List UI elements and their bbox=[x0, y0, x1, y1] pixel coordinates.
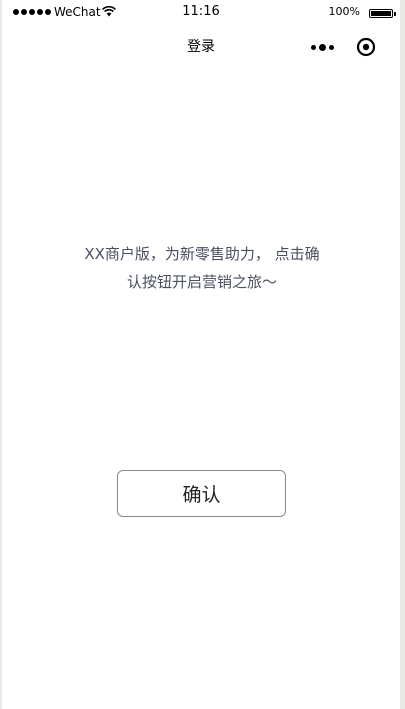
battery-icon bbox=[369, 9, 396, 18]
intro-line-1: XX商户版，为新零售助力， 点击确 bbox=[84, 245, 320, 263]
intro-line-2: 认按钮开启营销之旅～ bbox=[126, 273, 277, 291]
page-title: 登录 bbox=[187, 39, 215, 55]
app-screen: WeChat 11:16 100% 登录 XX商户版，为新零售助力， 点击确 认… bbox=[2, 0, 400, 709]
navigation-bar: 登录 bbox=[2, 26, 400, 68]
target-close-icon[interactable] bbox=[356, 37, 376, 57]
status-bar: WeChat 11:16 100% bbox=[2, 0, 400, 26]
more-dots-icon[interactable] bbox=[310, 37, 334, 57]
confirm-button[interactable]: 确认 bbox=[117, 470, 286, 517]
battery-percent: 100% bbox=[328, 5, 360, 18]
intro-text: XX商户版，为新零售助力， 点击确 认按钮开启营销之旅～ bbox=[77, 240, 327, 296]
